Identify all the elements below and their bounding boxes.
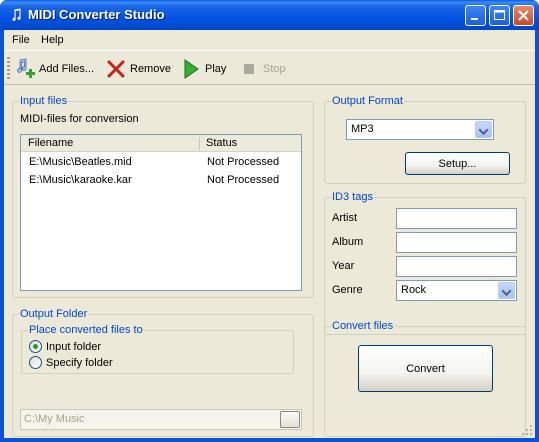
window-title: MIDI Converter Studio	[28, 7, 165, 22]
resize-grip-icon[interactable]	[521, 424, 533, 436]
play-icon	[184, 59, 199, 79]
add-files-label: Add Files...	[39, 63, 95, 75]
place-files-group: Place converted files to Input folder Sp…	[21, 324, 294, 374]
add-files-button[interactable]: Add Files...	[14, 58, 94, 80]
artist-field[interactable]	[396, 208, 517, 229]
stop-button[interactable]: Stop	[238, 58, 286, 80]
file-list[interactable]: Filename Status E:\Music\Beatles.mid Not…	[20, 134, 302, 291]
album-field[interactable]	[396, 232, 517, 253]
play-label: Play	[205, 63, 227, 75]
close-button[interactable]	[513, 5, 534, 26]
table-row[interactable]: E:\Music\karaoke.kar Not Processed	[21, 172, 301, 189]
browse-folder-button[interactable]	[280, 411, 300, 428]
app-window: MIDI Converter Studio File Help Add File…	[0, 0, 539, 442]
output-format-value: MP3	[351, 123, 374, 135]
maximize-icon	[494, 10, 505, 20]
maximize-button[interactable]	[489, 5, 510, 26]
radio-specify-folder-label: Specify folder	[46, 356, 113, 369]
genre-select[interactable]: Rock	[396, 280, 517, 301]
setup-label: Setup...	[438, 157, 477, 170]
column-separator[interactable]	[199, 137, 200, 150]
row-status: Not Processed	[207, 156, 280, 168]
add-files-icon	[17, 58, 35, 78]
output-format-group: Output Format MP3 Setup...	[324, 95, 526, 184]
close-icon	[518, 10, 529, 21]
chevron-down-icon[interactable]	[498, 282, 515, 299]
input-files-title: Input files	[19, 95, 69, 107]
row-filename: E:\Music\Beatles.mid	[29, 156, 132, 168]
remove-button[interactable]: Remove	[105, 58, 171, 80]
folder-path-input[interactable]: C:\My Music	[20, 409, 302, 430]
remove-icon	[107, 60, 125, 78]
input-files-group: Input files MIDI-files for conversion Fi…	[12, 95, 314, 298]
output-format-title: Output Format	[331, 95, 404, 107]
toolbar-grip[interactable]	[7, 57, 10, 79]
id3-tags-group: ID3 tags Artist Album Year Genre Rock	[324, 191, 526, 335]
convert-files-title: Convert files	[331, 320, 395, 332]
row-filename: E:\Music\karaoke.kar	[29, 174, 132, 186]
minimize-icon	[471, 18, 478, 20]
toolbar: Add Files... Remove Play Stop	[4, 52, 535, 85]
row-status: Not Processed	[207, 174, 280, 186]
year-label: Year	[332, 260, 355, 272]
output-folder-title: Output Folder	[19, 308, 89, 320]
menu-bar: File Help	[4, 30, 535, 51]
stop-label: Stop	[263, 63, 286, 75]
menu-help[interactable]: Help	[41, 34, 64, 46]
client-area: File Help Add Files... Remove Play Stop …	[4, 30, 535, 438]
stop-icon	[244, 64, 254, 74]
album-label: Album	[332, 236, 364, 248]
minimize-button[interactable]	[465, 5, 486, 26]
convert-files-group: Convert files Convert	[324, 320, 526, 437]
radio-input-folder-label: Input folder	[46, 340, 102, 353]
chevron-down-icon[interactable]	[475, 121, 492, 138]
output-format-select[interactable]: MP3	[346, 119, 494, 140]
file-list-header: Filename Status	[21, 135, 301, 152]
title-bar[interactable]: MIDI Converter Studio	[0, 0, 539, 30]
column-status[interactable]: Status	[206, 137, 237, 149]
genre-label: Genre	[332, 284, 363, 296]
artist-label: Artist	[332, 212, 358, 224]
input-files-subtitle: MIDI-files for conversion	[20, 113, 139, 125]
menu-file[interactable]: File	[12, 34, 30, 46]
remove-label: Remove	[130, 63, 171, 75]
radio-checked-icon	[29, 340, 42, 353]
radio-specify-folder[interactable]: Specify folder	[29, 356, 113, 369]
table-row[interactable]: E:\Music\Beatles.mid Not Processed	[21, 154, 301, 171]
radio-unchecked-icon	[29, 356, 42, 369]
folder-path-value: C:\My Music	[24, 413, 85, 425]
place-files-title: Place converted files to	[28, 324, 144, 336]
convert-label: Convert	[406, 362, 445, 375]
genre-value: Rock	[401, 284, 427, 296]
id3-tags-title: ID3 tags	[331, 191, 374, 203]
output-folder-group: Output Folder Place converted files to I…	[12, 308, 314, 437]
radio-input-folder[interactable]: Input folder	[29, 340, 101, 353]
play-button[interactable]: Play	[180, 58, 226, 80]
window-frame-right	[535, 30, 539, 442]
column-filename[interactable]: Filename	[28, 137, 73, 149]
convert-button[interactable]: Convert	[358, 345, 493, 392]
year-field[interactable]	[396, 256, 517, 277]
window-frame-bottom	[0, 438, 539, 442]
music-note-icon	[11, 7, 22, 22]
setup-button[interactable]: Setup...	[405, 152, 510, 175]
